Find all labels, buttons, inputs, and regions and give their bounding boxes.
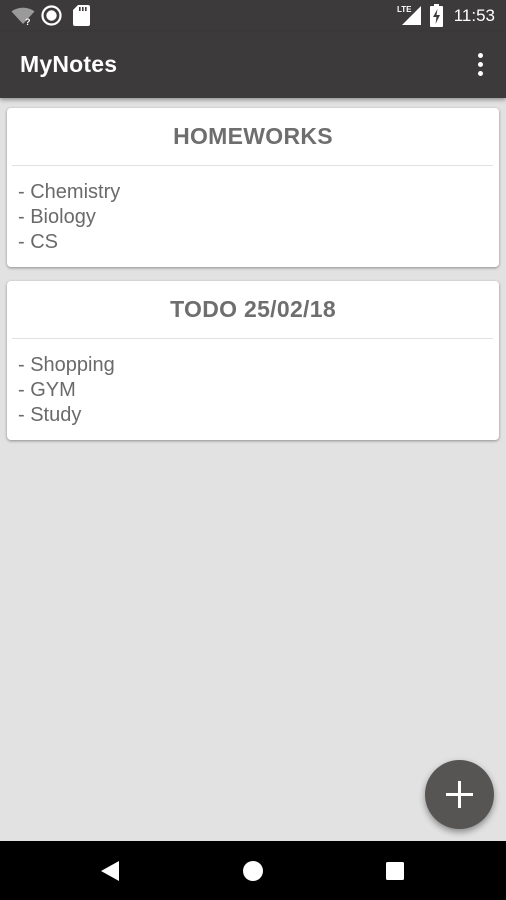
home-icon: [243, 860, 263, 881]
status-bar: ? LTE 11:53: [0, 0, 506, 32]
app-bar: MyNotes: [0, 32, 506, 98]
note-line: - Shopping: [18, 354, 115, 376]
lte-label: LTE: [397, 5, 412, 14]
nav-recents-button[interactable]: [365, 841, 425, 900]
note-title: TODO 25/02/18: [170, 296, 336, 322]
back-icon: [101, 860, 119, 881]
note-card[interactable]: HOMEWORKS - Chemistry - Biology - CS: [7, 108, 499, 267]
note-body: - Shopping - GYM - Study: [18, 353, 115, 428]
nav-home-button[interactable]: [223, 841, 283, 900]
note-line: - GYM: [18, 379, 76, 401]
add-note-button[interactable]: [425, 760, 494, 829]
nav-bar: [0, 841, 506, 900]
note-title: HOMEWORKS: [173, 123, 333, 149]
app-title: MyNotes: [20, 51, 118, 77]
wifi-unknown-icon: ?: [11, 6, 35, 30]
recents-icon: [386, 861, 404, 880]
svg-text:?: ?: [25, 17, 31, 26]
note-line: - CS: [18, 231, 58, 253]
lte-signal-icon: LTE: [397, 4, 423, 30]
note-divider: [12, 338, 493, 339]
note-card[interactable]: TODO 25/02/18 - Shopping - GYM - Study: [7, 281, 499, 440]
note-line: - Biology: [18, 206, 96, 228]
note-line: - Chemistry: [18, 181, 121, 203]
add-icon: [446, 781, 473, 808]
screen: ? LTE 11:53 MyNotes HOMEWORKS - Chemistr…: [0, 0, 506, 900]
more-vert-icon[interactable]: [468, 51, 492, 79]
note-line: - Study: [18, 404, 82, 426]
note-body: - Chemistry - Biology - CS: [18, 180, 120, 255]
sd-card-icon: [73, 5, 90, 30]
nav-back-button[interactable]: [80, 841, 140, 900]
note-divider: [12, 165, 493, 166]
battery-charging-icon: [430, 4, 443, 31]
sync-circle-icon: [41, 5, 62, 30]
status-time: 11:53: [453, 6, 495, 25]
